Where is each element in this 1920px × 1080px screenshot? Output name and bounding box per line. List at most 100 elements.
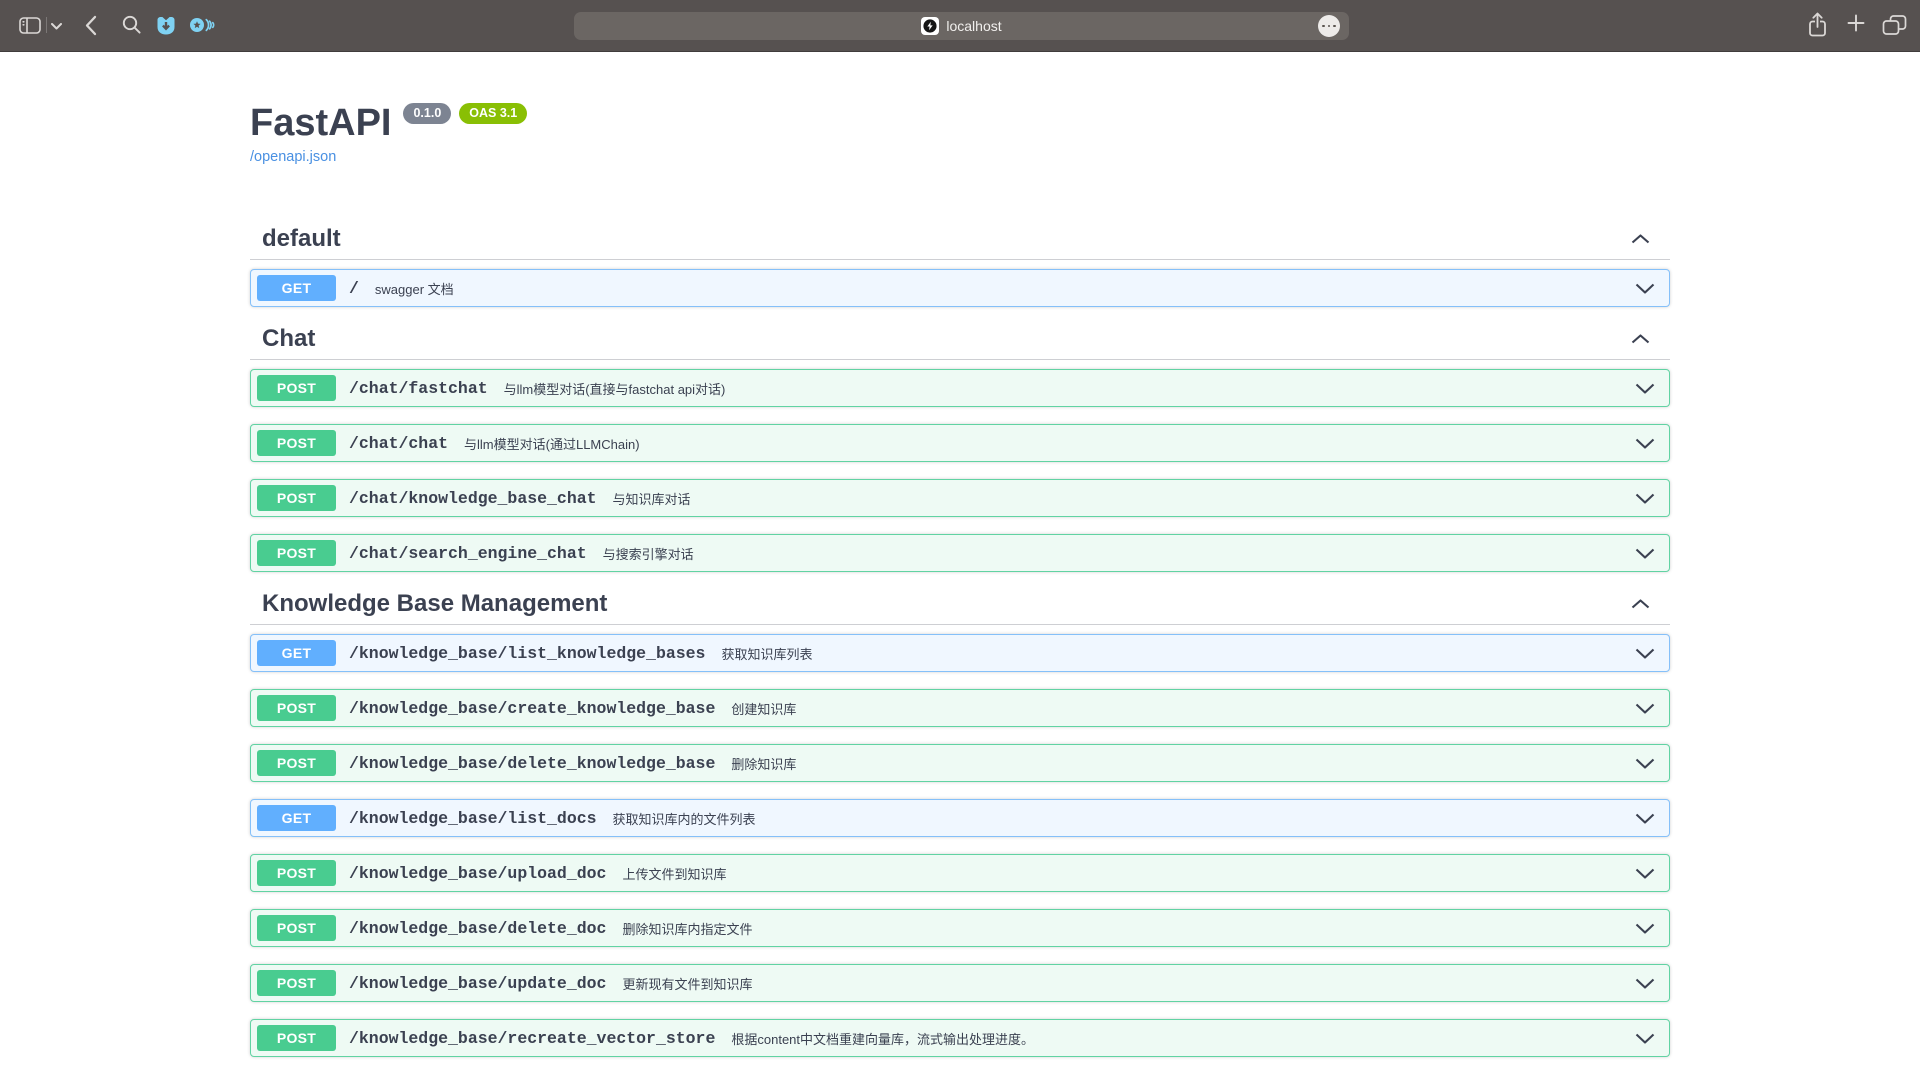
expand-operation-button[interactable] bbox=[1635, 923, 1655, 934]
chevron-down-icon bbox=[1635, 438, 1655, 449]
share-button[interactable] bbox=[1806, 11, 1829, 39]
chevron-left-icon bbox=[84, 15, 97, 36]
operation-row[interactable]: POST/knowledge_base/create_knowledge_bas… bbox=[250, 689, 1670, 727]
operation-row[interactable]: POST/knowledge_base/delete_knowledge_bas… bbox=[250, 744, 1670, 782]
chevron-down-icon bbox=[1635, 648, 1655, 659]
expand-operation-button[interactable] bbox=[1635, 703, 1655, 714]
operation-row[interactable]: GET/knowledge_base/list_knowledge_bases获… bbox=[250, 634, 1670, 672]
expand-operation-button[interactable] bbox=[1635, 1033, 1655, 1044]
browser-toolbar: localhost bbox=[0, 0, 1920, 52]
operation-row[interactable]: POST/chat/search_engine_chat与搜索引擎对话 bbox=[250, 534, 1670, 572]
chevron-down-icon bbox=[1635, 703, 1655, 714]
address-bar[interactable]: localhost bbox=[574, 12, 1349, 40]
expand-operation-button[interactable] bbox=[1635, 283, 1655, 294]
section-header[interactable]: Chat bbox=[250, 324, 1670, 360]
operation-path: /knowledge_base/update_doc bbox=[349, 974, 606, 993]
operation-row[interactable]: POST/knowledge_base/update_doc 更新现有文件到知识库 bbox=[250, 964, 1670, 1002]
lightning-bolt-icon bbox=[922, 18, 938, 34]
radar-star-icon bbox=[189, 16, 217, 34]
site-favicon bbox=[921, 17, 939, 35]
method-badge: POST bbox=[257, 1025, 336, 1051]
chevron-down-icon bbox=[51, 23, 62, 30]
operation-summary: 删除知识库 bbox=[731, 754, 796, 773]
operation-summary: 根据content中文档重建向量库，流式输出处理进度。 bbox=[731, 1029, 1034, 1048]
collapse-section-button[interactable] bbox=[1631, 599, 1650, 609]
operation-path: /chat/chat bbox=[349, 434, 448, 453]
operation-summary: 与知识库对话 bbox=[613, 489, 691, 508]
operation-row[interactable]: GET/swagger 文档 bbox=[250, 269, 1670, 307]
collapse-section-button[interactable] bbox=[1631, 234, 1650, 244]
expand-operation-button[interactable] bbox=[1635, 978, 1655, 989]
api-sections: default GET/swagger 文档 Chat POST/chat/fastc… bbox=[250, 224, 1670, 1057]
toolbar-separator bbox=[46, 17, 47, 33]
method-badge: POST bbox=[257, 970, 336, 996]
chevron-down-icon bbox=[1635, 758, 1655, 769]
method-badge: POST bbox=[257, 485, 336, 511]
operation-row[interactable]: POST/chat/fastchat与llm模型对话(直接与fastchat a… bbox=[250, 369, 1670, 407]
operation-summary: 创建知识库 bbox=[731, 699, 796, 718]
method-badge: GET bbox=[257, 275, 336, 301]
method-badge: POST bbox=[257, 750, 336, 776]
operation-list: GET/swagger 文档 bbox=[250, 260, 1670, 307]
expand-operation-button[interactable] bbox=[1635, 438, 1655, 449]
api-section-chat: Chat POST/chat/fastchat 与llm模型对话(直接与fastch… bbox=[250, 324, 1670, 572]
expand-operation-button[interactable] bbox=[1635, 758, 1655, 769]
oas-badge: OAS 3.1 bbox=[459, 103, 527, 124]
operation-path: /knowledge_base/delete_knowledge_base bbox=[349, 754, 715, 773]
url-text: localhost bbox=[946, 18, 1001, 34]
page-options-button[interactable] bbox=[1318, 15, 1340, 37]
back-button[interactable] bbox=[84, 15, 97, 36]
operation-row[interactable]: POST/knowledge_base/recreate_vector_stor… bbox=[250, 1019, 1670, 1057]
expand-operation-button[interactable] bbox=[1635, 648, 1655, 659]
expand-operation-button[interactable] bbox=[1635, 493, 1655, 504]
search-icon bbox=[122, 15, 142, 35]
chevron-up-icon bbox=[1631, 234, 1650, 244]
operation-summary: 获取知识库列表 bbox=[721, 644, 812, 663]
api-section-default: default GET/swagger 文档 bbox=[250, 224, 1670, 307]
chevron-down-icon bbox=[1635, 1033, 1655, 1044]
method-badge: POST bbox=[257, 430, 336, 456]
api-section-knowledge-base-management: Knowledge Base Management GET/knowledge_b… bbox=[250, 589, 1670, 1057]
openapi-link[interactable]: /openapi.json bbox=[250, 149, 336, 165]
expand-operation-button[interactable] bbox=[1635, 548, 1655, 559]
method-badge: GET bbox=[257, 805, 336, 831]
chevron-down-icon bbox=[1635, 813, 1655, 824]
section-header[interactable]: Knowledge Base Management bbox=[250, 589, 1670, 625]
collapse-section-button[interactable] bbox=[1631, 334, 1650, 344]
method-badge: GET bbox=[257, 640, 336, 666]
section-title: Knowledge Base Management bbox=[262, 589, 607, 619]
operation-path: /chat/search_engine_chat bbox=[349, 544, 587, 563]
operation-path: /knowledge_base/delete_doc bbox=[349, 919, 606, 938]
chevron-down-icon bbox=[1635, 383, 1655, 394]
operation-list: POST/chat/fastchat 与llm模型对话(直接与fastchat a… bbox=[250, 360, 1670, 572]
section-header[interactable]: default bbox=[250, 224, 1670, 260]
extension-bookmark-button[interactable] bbox=[156, 15, 176, 36]
operation-row[interactable]: POST/chat/chat与llm模型对话(通过LLMChain) bbox=[250, 424, 1670, 462]
method-badge: POST bbox=[257, 695, 336, 721]
expand-operation-button[interactable] bbox=[1635, 813, 1655, 824]
operation-summary: 获取知识库内的文件列表 bbox=[613, 809, 756, 828]
chevron-down-icon bbox=[1635, 548, 1655, 559]
sidebar-toggle-button[interactable] bbox=[19, 17, 41, 34]
expand-operation-button[interactable] bbox=[1635, 868, 1655, 879]
search-button[interactable] bbox=[122, 15, 142, 35]
operation-row[interactable]: POST/knowledge_base/delete_doc删除知识库内指定文件 bbox=[250, 909, 1670, 947]
operation-summary: 与llm模型对话(直接与fastchat api对话) bbox=[504, 379, 726, 398]
chevron-down-icon bbox=[1635, 923, 1655, 934]
operation-row[interactable]: POST/chat/knowledge_base_chat与知识库对话 bbox=[250, 479, 1670, 517]
extension-radar-button[interactable] bbox=[189, 16, 217, 34]
bookmark-download-icon bbox=[156, 15, 176, 36]
swagger-page: FastAPI 0.1.0 OAS 3.1 /openapi.json defa… bbox=[0, 52, 1920, 1080]
sidebar-icon bbox=[19, 17, 41, 34]
operation-summary: 更新现有文件到知识库 bbox=[622, 974, 752, 993]
new-tab-button[interactable] bbox=[1847, 14, 1865, 32]
section-title: default bbox=[262, 224, 341, 254]
sidebar-menu-button[interactable] bbox=[51, 23, 62, 30]
ellipsis-icon bbox=[1322, 25, 1325, 28]
expand-operation-button[interactable] bbox=[1635, 383, 1655, 394]
operation-path: /chat/fastchat bbox=[349, 379, 488, 398]
operation-row[interactable]: GET/knowledge_base/list_docs获取知识库内的文件列表 bbox=[250, 799, 1670, 837]
tab-overview-button[interactable] bbox=[1882, 15, 1907, 36]
operation-path: /knowledge_base/create_knowledge_base bbox=[349, 699, 715, 718]
operation-row[interactable]: POST/knowledge_base/upload_doc上传文件到知识库 bbox=[250, 854, 1670, 892]
